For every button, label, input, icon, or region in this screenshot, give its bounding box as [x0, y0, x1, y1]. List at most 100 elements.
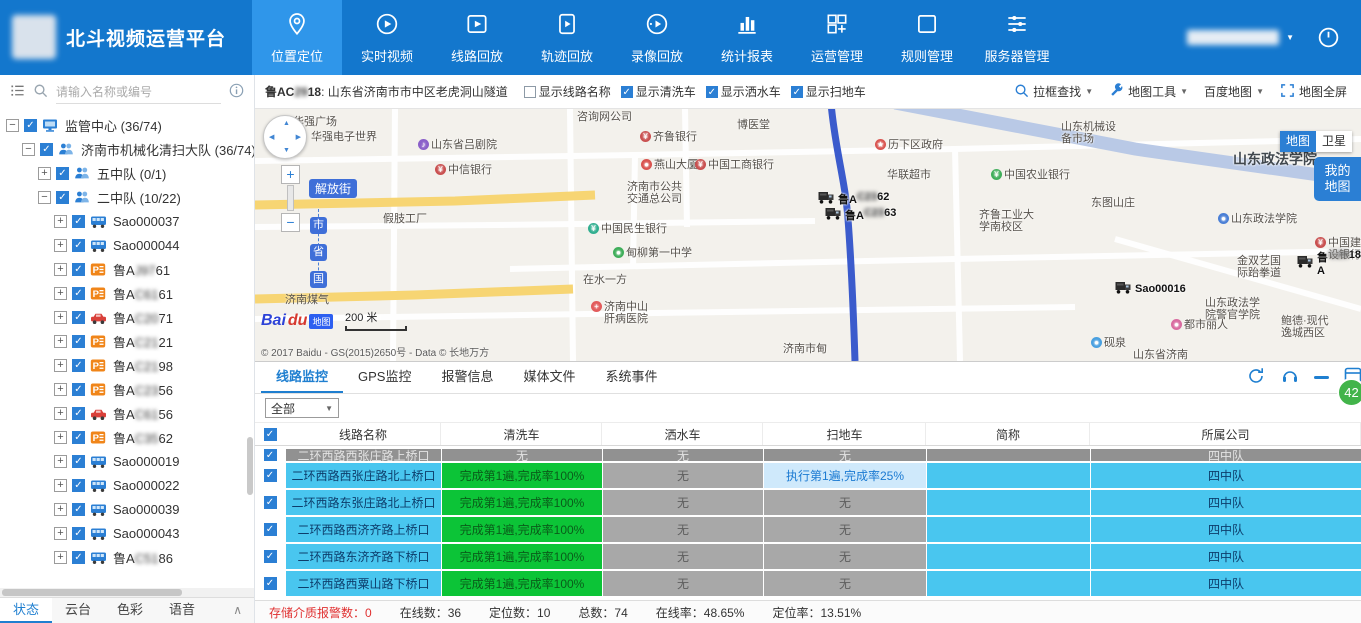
tree-expander[interactable]: +	[54, 263, 67, 276]
map-toggle-1[interactable]: 显示线路名称	[524, 83, 611, 100]
nav-item-8[interactable]: 规则管理	[882, 0, 972, 75]
tree-node[interactable]: +✓Sao000037	[0, 209, 254, 233]
table-row[interactable]: ✓二环西路东张庄路北上桥口完成第1遍,完成率100%无无四中队	[255, 490, 1361, 515]
select-all-checkbox[interactable]: ✓	[264, 428, 277, 441]
map-type-2[interactable]: 卫星	[1316, 131, 1352, 152]
row-checkbox[interactable]: ✓	[264, 523, 277, 536]
tree-node[interactable]: −✓济南市机械化清扫大队 (36/74)	[0, 137, 254, 161]
table-row[interactable]: ✓二环西路西张庄路上桥口无无无四中队	[255, 449, 1361, 461]
pan-right-arrow[interactable]: ▶	[296, 134, 301, 141]
sidebar-tab-2[interactable]: 云台	[52, 598, 104, 623]
headset-icon[interactable]	[1280, 366, 1300, 389]
tree-checkbox[interactable]: ✓	[40, 143, 53, 156]
tree-expander[interactable]: +	[54, 503, 67, 516]
map-toggle-4[interactable]: ✓显示扫地车	[791, 83, 866, 100]
panel-tab-3[interactable]: 报警信息	[426, 362, 508, 393]
row-checkbox[interactable]: ✓	[264, 449, 277, 461]
tree-expander[interactable]: −	[22, 143, 35, 156]
table-row[interactable]: ✓二环西路西济齐路上桥口完成第1遍,完成率100%无无四中队	[255, 517, 1361, 542]
map-tool-3[interactable]: 百度地图▼	[1204, 83, 1264, 100]
alert-count-badge[interactable]: 42	[1337, 378, 1361, 407]
user-menu[interactable]: ▼	[1187, 30, 1294, 45]
tree-expander[interactable]: +	[54, 287, 67, 300]
collapse-sidebar-icon[interactable]: ∧	[233, 598, 254, 623]
tree-expander[interactable]: +	[54, 215, 67, 228]
vehicle-marker[interactable]: 鲁AC2362	[818, 191, 889, 207]
logout-button[interactable]	[1316, 25, 1341, 50]
tree-node[interactable]: +✓Sao000019	[0, 449, 254, 473]
tree-node[interactable]: +✓P鲁AC3562	[0, 425, 254, 449]
tree-node[interactable]: +✓Sao000044	[0, 233, 254, 257]
sidebar-tab-3[interactable]: 色彩	[104, 598, 156, 623]
nav-item-1[interactable]: 位置定位	[252, 0, 342, 75]
row-checkbox[interactable]: ✓	[264, 577, 277, 590]
tree-checkbox[interactable]: ✓	[72, 215, 85, 228]
tree-checkbox[interactable]: ✓	[72, 455, 85, 468]
tree-expander[interactable]: +	[54, 479, 67, 492]
nav-item-9[interactable]: 服务器管理	[972, 0, 1062, 75]
table-row[interactable]: ✓二环西路东济齐路下桥口完成第1遍,完成率100%无无四中队	[255, 544, 1361, 569]
sidebar-tab-1[interactable]: 状态	[0, 598, 52, 623]
zoom-slider[interactable]	[287, 185, 294, 211]
tree-node[interactable]: +✓Sao000039	[0, 497, 254, 521]
zoom-out-button[interactable]: −	[281, 213, 300, 232]
table-row[interactable]: ✓二环西路西粟山路下桥口完成第1遍,完成率100%无无四中队	[255, 571, 1361, 596]
map-toggle-3[interactable]: ✓显示洒水车	[706, 83, 781, 100]
table-row[interactable]: ✓二环西路西张庄路北上桥口完成第1遍,完成率100%无执行第1遍,完成率25%四…	[255, 463, 1361, 488]
route-filter-select[interactable]: 全部 ▼	[265, 398, 339, 418]
nav-item-2[interactable]: 实时视频	[342, 0, 432, 75]
pan-up-arrow[interactable]: ▲	[283, 120, 290, 127]
tree-expander[interactable]: +	[54, 431, 67, 444]
sidebar-tab-4[interactable]: 语音	[156, 598, 208, 623]
tree-checkbox[interactable]: ✓	[24, 119, 37, 132]
tree-node[interactable]: +✓Sao000043	[0, 521, 254, 545]
row-checkbox[interactable]: ✓	[264, 496, 277, 509]
toggle-checkbox[interactable]: ✓	[791, 86, 803, 98]
map-tool-4[interactable]: 地图全屏	[1280, 83, 1347, 101]
tree-checkbox[interactable]: ✓	[72, 263, 85, 276]
tree-expander[interactable]: +	[54, 335, 67, 348]
toggle-checkbox[interactable]: ✓	[706, 86, 718, 98]
tree-expander[interactable]: +	[54, 455, 67, 468]
tree-expander[interactable]: +	[54, 359, 67, 372]
tree-node[interactable]: +✓P鲁AC2198	[0, 353, 254, 377]
pan-down-arrow[interactable]: ▼	[283, 147, 290, 154]
info-icon[interactable]	[229, 83, 244, 101]
row-checkbox[interactable]: ✓	[264, 469, 277, 482]
map-pan-control[interactable]: ▲ ▼ ◀ ▶	[263, 115, 307, 159]
tree-expander[interactable]: +	[54, 383, 67, 396]
tree-checkbox[interactable]: ✓	[72, 551, 85, 564]
tree-checkbox[interactable]: ✓	[72, 335, 85, 348]
toggle-checkbox[interactable]	[524, 86, 536, 98]
tree-expander[interactable]: +	[54, 407, 67, 420]
nav-item-6[interactable]: 统计报表	[702, 0, 792, 75]
map-toggle-2[interactable]: ✓显示清洗车	[621, 83, 696, 100]
toggle-checkbox[interactable]: ✓	[621, 86, 633, 98]
tree-expander[interactable]: +	[54, 527, 67, 540]
nav-item-5[interactable]: 录像回放	[612, 0, 702, 75]
tree-hscrollbar-thumb[interactable]	[2, 589, 182, 596]
vehicle-marker[interactable]: Sao00016	[1115, 281, 1186, 297]
tree-expander[interactable]: +	[54, 239, 67, 252]
my-map-button[interactable]: 我的地图	[1314, 157, 1361, 201]
tree-node[interactable]: +✓P鲁AC2356	[0, 377, 254, 401]
nav-item-3[interactable]: 线路回放	[432, 0, 522, 75]
tree-expander[interactable]: +	[54, 311, 67, 324]
tree-expander[interactable]: −	[6, 119, 19, 132]
list-icon[interactable]	[10, 83, 25, 101]
map-type-1[interactable]: 地图	[1280, 131, 1316, 152]
panel-tab-2[interactable]: GPS监控	[343, 362, 426, 393]
minimize-panel-icon[interactable]	[1314, 376, 1329, 379]
tree-checkbox[interactable]: ✓	[56, 167, 69, 180]
tree-node[interactable]: +✓鲁AC5186	[0, 545, 254, 569]
panel-tab-5[interactable]: 系统事件	[591, 362, 673, 393]
tree-checkbox[interactable]: ✓	[72, 311, 85, 324]
nav-item-4[interactable]: 轨迹回放	[522, 0, 612, 75]
tree-hscrollbar[interactable]	[0, 588, 254, 597]
vehicle-marker[interactable]: 鲁AC2918	[1297, 249, 1361, 277]
tree-checkbox[interactable]: ✓	[72, 431, 85, 444]
tree-checkbox[interactable]: ✓	[72, 407, 85, 420]
tree-node[interactable]: +✓P鲁AC2121	[0, 329, 254, 353]
tree-expander[interactable]: −	[38, 191, 51, 204]
tree-node[interactable]: +✓P鲁AC6161	[0, 281, 254, 305]
